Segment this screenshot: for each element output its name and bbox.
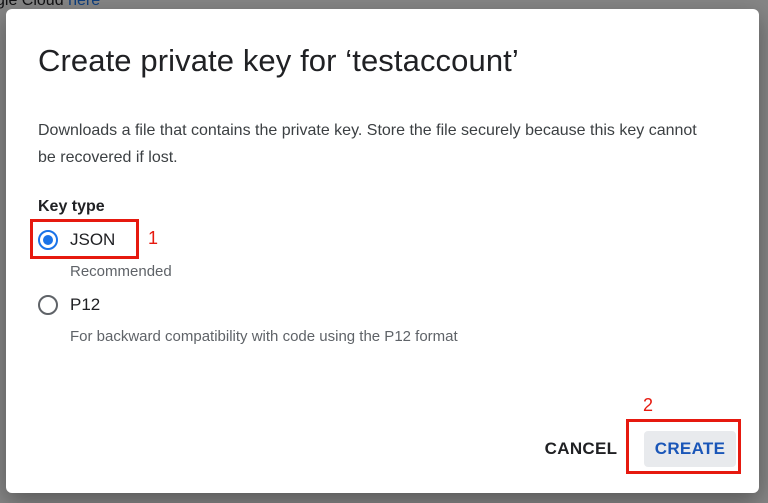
dialog-title: Create private key for ‘testaccount’ (38, 43, 519, 78)
radio-sublabel-p12: For backward compatibility with code usi… (70, 328, 458, 345)
radio-label-p12: P12 (70, 295, 101, 314)
radio-unchecked-icon[interactable] (38, 295, 58, 315)
dialog-description: Downloads a file that contains the priva… (38, 122, 697, 166)
radio-sublabel-json: Recommended (70, 263, 172, 280)
cancel-button[interactable]: CANCEL (536, 431, 626, 467)
key-type-label: Key type (38, 198, 105, 215)
annotation-highlight-json (30, 219, 139, 259)
radio-option-p12[interactable]: P12 (38, 295, 100, 315)
annotation-number-2: 2 (643, 395, 654, 415)
annotation-highlight-create (626, 419, 741, 474)
annotation-number-1: 1 (148, 228, 159, 248)
